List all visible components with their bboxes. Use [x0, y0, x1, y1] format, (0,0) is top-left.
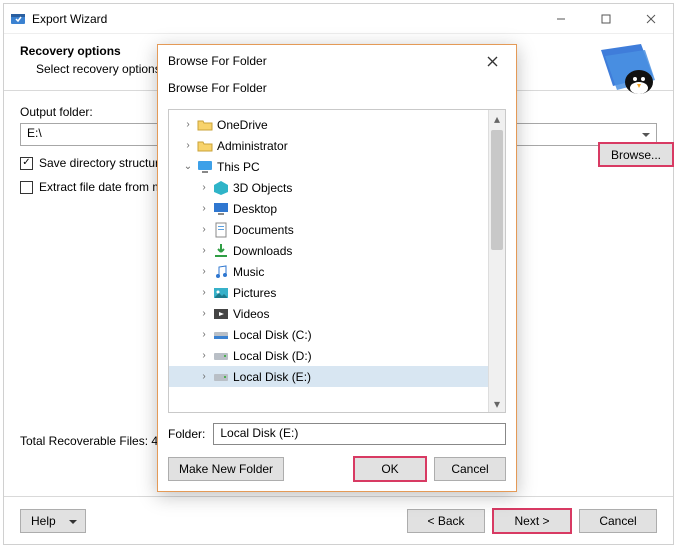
tree-item-disk-d[interactable]: ›Local Disk (D:) — [169, 345, 488, 366]
music-icon — [213, 264, 229, 280]
help-button[interactable]: Help — [20, 509, 86, 533]
dialog-title: Browse For Folder — [168, 54, 478, 68]
save-dir-checkbox[interactable] — [20, 157, 33, 170]
drive-icon — [213, 327, 229, 343]
scroll-thumb[interactable] — [491, 130, 503, 250]
dialog-cancel-button[interactable]: Cancel — [434, 457, 506, 481]
tree-item-videos[interactable]: ›Videos — [169, 303, 488, 324]
make-new-folder-button[interactable]: Make New Folder — [168, 457, 284, 481]
tree-item-onedrive[interactable]: ›OneDrive — [169, 114, 488, 135]
folder-input[interactable]: Local Disk (E:) — [213, 423, 506, 445]
totals-text: Total Recoverable Files: 41 — [20, 434, 165, 448]
back-button[interactable]: < Back — [407, 509, 485, 533]
browse-button[interactable]: Browse... — [599, 143, 673, 166]
folder-tree: ›OneDrive ›Administrator ⌄This PC ›3D Ob… — [168, 109, 506, 413]
cancel-button[interactable]: Cancel — [579, 509, 657, 533]
drive-icon — [213, 369, 229, 385]
dialog-titlebar: Browse For Folder — [158, 45, 516, 77]
3d-icon — [213, 180, 229, 196]
tree-item-this-pc[interactable]: ⌄This PC — [169, 156, 488, 177]
close-button[interactable] — [628, 4, 673, 34]
dialog-subtitle: Browse For Folder — [158, 77, 516, 103]
save-dir-label: Save directory structure — [39, 156, 166, 170]
next-button[interactable]: Next > — [493, 509, 571, 533]
downloads-icon — [213, 243, 229, 259]
videos-icon — [213, 306, 229, 322]
maximize-button[interactable] — [583, 4, 628, 34]
folder-icon — [197, 138, 213, 154]
window-title: Export Wizard — [32, 12, 538, 26]
extract-date-checkbox[interactable] — [20, 181, 33, 194]
tree-item-documents[interactable]: ›Documents — [169, 219, 488, 240]
desktop-icon — [213, 201, 229, 217]
tree-item-administrator[interactable]: ›Administrator — [169, 135, 488, 156]
tree-item-disk-c[interactable]: ›Local Disk (C:) — [169, 324, 488, 345]
tree-item-pictures[interactable]: ›Pictures — [169, 282, 488, 303]
app-icon — [10, 11, 26, 27]
pc-icon — [197, 159, 213, 175]
folder-label: Folder: — [168, 427, 205, 441]
documents-icon — [213, 222, 229, 238]
minimize-button[interactable] — [538, 4, 583, 34]
ok-button[interactable]: OK — [354, 457, 426, 481]
tree-item-music[interactable]: ›Music — [169, 261, 488, 282]
output-folder-value: E:\ — [27, 126, 42, 140]
wizard-footer: Help < Back Next > Cancel — [4, 496, 673, 544]
tree-item-3d-objects[interactable]: ›3D Objects — [169, 177, 488, 198]
extract-date-label: Extract file date from m — [39, 180, 162, 194]
dialog-close-button[interactable] — [478, 47, 506, 75]
tree-item-downloads[interactable]: ›Downloads — [169, 240, 488, 261]
tree-item-desktop[interactable]: ›Desktop — [169, 198, 488, 219]
pictures-icon — [213, 285, 229, 301]
scroll-up-icon[interactable]: ▴ — [489, 110, 505, 127]
tree-scrollbar[interactable]: ▴ ▾ — [488, 110, 505, 412]
scroll-down-icon[interactable]: ▾ — [489, 395, 505, 412]
browse-folder-dialog: Browse For Folder Browse For Folder ›One… — [157, 44, 517, 492]
drive-icon — [213, 348, 229, 364]
tree-item-disk-e[interactable]: ›Local Disk (E:) — [169, 366, 488, 387]
folder-icon — [197, 117, 213, 133]
titlebar: Export Wizard — [4, 4, 673, 34]
